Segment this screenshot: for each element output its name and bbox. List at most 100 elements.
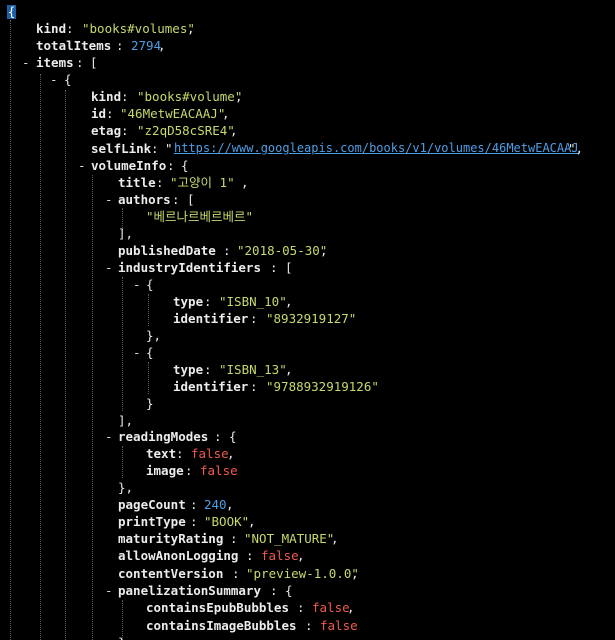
comma: , <box>158 38 166 53</box>
array-close-bracket: ], <box>118 226 134 241</box>
json-key-item-kind: kind <box>91 89 122 104</box>
root-open-brace[interactable]: { <box>7 5 16 19</box>
indent-guide <box>122 277 123 411</box>
comma: , <box>285 294 293 309</box>
json-row-identifier-id: identifier : "8932919127" <box>0 310 356 327</box>
json-key-containsepubbubbles: containsEpubBubbles <box>146 600 289 615</box>
json-row-maturityrating: maturityRating : "NOT_MATURE" , <box>0 530 339 547</box>
colon: : <box>297 600 313 615</box>
json-value-type: "ISBN_13" <box>219 362 287 377</box>
json-key-text: text <box>146 446 177 461</box>
comma: , <box>230 123 238 138</box>
colon: : <box>172 192 188 207</box>
array-open-bracket: [ <box>90 55 98 70</box>
colon: : <box>121 123 137 138</box>
collapse-toggle[interactable]: - <box>50 71 58 88</box>
collapse-toggle[interactable]: - <box>133 344 141 361</box>
indent-guide <box>122 446 123 478</box>
object-open-brace: { <box>285 583 293 598</box>
colon: : <box>190 514 206 529</box>
json-row-item-open: - { <box>0 71 72 88</box>
json-key-maturityrating: maturityRating <box>118 531 224 546</box>
json-row-publisheddate: publishedDate : "2018-05-30" , <box>0 242 328 259</box>
indent-guide <box>40 74 41 640</box>
json-row-volumeinfo: - volumeInfo : { <box>0 157 189 174</box>
collapse-toggle[interactable]: - <box>78 157 86 174</box>
json-key-image: image <box>146 463 184 478</box>
colon: : <box>167 158 183 173</box>
collapse-toggle[interactable]: - <box>105 582 113 599</box>
json-row-author-value: "베르나르베르베르" <box>0 208 253 225</box>
comma: , <box>187 21 195 36</box>
json-row-image: image : false <box>0 462 238 479</box>
selflink-url-link[interactable]: https://www.googleapis.com/books/v1/volu… <box>174 140 579 157</box>
object-close-brace: }, <box>118 634 133 640</box>
json-row-totalitems: totalItems : 2794 , <box>0 37 166 54</box>
json-row-etag: etag : "z2qD58cSRE4" , <box>0 122 238 139</box>
json-row-panelizationsummary: - panelizationSummary : { <box>0 582 293 599</box>
comma: , <box>297 548 305 563</box>
json-key-id: id <box>91 106 107 121</box>
comma: , <box>347 600 355 615</box>
json-row-item-kind: kind : "books#volume" , <box>0 88 243 105</box>
json-row-title: title : "고양이 1" , <box>0 174 249 191</box>
object-close-brace: }, <box>146 328 162 343</box>
colon: : <box>204 362 220 377</box>
collapse-toggle[interactable]: - <box>133 276 141 293</box>
json-key-identifier: identifier <box>173 379 249 394</box>
json-key-pagecount: pageCount <box>118 497 186 512</box>
json-value-item-kind: "books#volume" <box>137 89 243 104</box>
json-key-selflink: selfLink <box>91 141 152 156</box>
json-row-authors-close: ], <box>0 225 133 242</box>
colon: : <box>232 566 248 581</box>
comma: , <box>241 175 249 190</box>
object-open-brace: { <box>181 158 189 173</box>
collapse-toggle[interactable]: - <box>22 54 30 71</box>
json-row-allowanonlogging: allowAnonLogging : false , <box>0 547 305 564</box>
json-row-identifier-type: type : "ISBN_13" , <box>0 361 293 378</box>
object-close-brace: } <box>146 396 154 411</box>
colon: : <box>214 429 230 444</box>
json-key-etag: etag <box>91 123 122 138</box>
json-key-type: type <box>173 362 204 377</box>
json-key-industryidentifiers: industryIdentifiers <box>118 260 261 275</box>
colon: : <box>250 311 266 326</box>
json-row-pagecount: pageCount : 240 , <box>0 496 234 513</box>
json-row-identifier-close: }, <box>0 327 161 344</box>
collapse-toggle[interactable]: - <box>105 428 113 445</box>
array-open-bracket: [ <box>285 260 293 275</box>
collapse-toggle[interactable]: - <box>105 259 113 276</box>
array-open-bracket: [ <box>187 192 195 207</box>
json-key-allowanonlogging: allowAnonLogging <box>118 548 239 563</box>
colon: : <box>230 531 246 546</box>
comma: , <box>285 362 293 377</box>
comma: , <box>248 514 256 529</box>
json-row-selflink: selfLink : " https://www.googleapis.com/… <box>0 140 583 157</box>
json-value-containsepubbubbles: false <box>312 600 350 615</box>
colon: : <box>246 548 262 563</box>
json-key-readingmodes: readingModes <box>118 429 209 444</box>
json-key-kind: kind <box>36 21 67 36</box>
colon: : <box>270 583 286 598</box>
json-value-pagecount: 240 <box>204 497 227 512</box>
indent-guide <box>148 294 149 326</box>
indent-guide <box>148 362 149 394</box>
json-value-kind: "books#volumes" <box>82 21 195 36</box>
json-row-id: id : "46MetwEACAAJ" , <box>0 105 230 122</box>
json-value-allowanonlogging: false <box>261 548 299 563</box>
json-row-readingmodes: - readingModes : { <box>0 428 237 445</box>
comma: , <box>331 531 339 546</box>
colon: : <box>204 294 220 309</box>
json-key-publisheddate: publishedDate <box>118 243 216 258</box>
array-close-bracket: ], <box>118 413 134 428</box>
json-value-image: false <box>200 463 238 478</box>
collapse-toggle[interactable]: - <box>105 191 113 208</box>
json-key-authors: authors <box>118 192 171 207</box>
json-row-authors: - authors : [ <box>0 191 195 208</box>
json-row-identifier-id: identifier : "9788932919126" <box>0 378 379 395</box>
colon: : <box>106 106 122 121</box>
json-row-printtype: printType : "BOOK" , <box>0 513 256 530</box>
json-row-industryidentifiers: - industryIdentifiers : [ <box>0 259 293 276</box>
json-row-containsepubbubbles: containsEpubBubbles : false , <box>0 599 355 616</box>
json-value-maturityrating: "NOT_MATURE" <box>244 531 335 546</box>
